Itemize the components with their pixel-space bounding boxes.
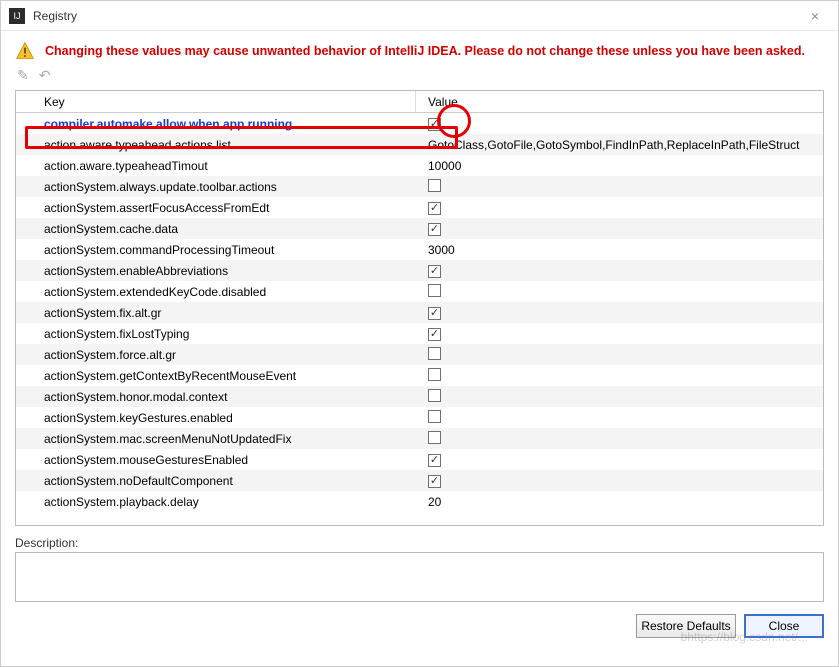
checkbox[interactable] [428, 347, 441, 360]
table-row[interactable]: actionSystem.fixLostTyping [16, 323, 823, 344]
row-key: actionSystem.fix.alt.gr [16, 306, 416, 320]
row-value[interactable] [416, 326, 823, 341]
row-value[interactable] [416, 305, 823, 320]
checkbox[interactable] [428, 223, 441, 236]
checkbox[interactable] [428, 284, 441, 297]
table-row[interactable]: compiler.automake.allow.when.app.running [16, 113, 823, 134]
row-value[interactable] [416, 263, 823, 278]
checkbox[interactable] [428, 431, 441, 444]
row-key: actionSystem.cache.data [16, 222, 416, 236]
row-key: actionSystem.getContextByRecentMouseEven… [16, 369, 416, 383]
row-key: actionSystem.extendedKeyCode.disabled [16, 285, 416, 299]
row-value[interactable]: 10000 [416, 159, 823, 173]
checkbox[interactable] [428, 179, 441, 192]
row-value[interactable] [416, 347, 823, 363]
description-label: Description: [15, 536, 824, 550]
row-value[interactable]: GotoClass,GotoFile,GotoSymbol,FindInPath… [416, 138, 823, 152]
table-row[interactable]: actionSystem.honor.modal.context [16, 386, 823, 407]
row-value[interactable] [416, 473, 823, 488]
row-value[interactable] [416, 389, 823, 405]
restore-defaults-button[interactable]: Restore Defaults [636, 614, 736, 638]
row-value[interactable]: 20 [416, 495, 823, 509]
table-row[interactable]: actionSystem.force.alt.gr [16, 344, 823, 365]
row-key: actionSystem.fixLostTyping [16, 327, 416, 341]
table-row[interactable]: actionSystem.enableAbbreviations [16, 260, 823, 281]
row-value[interactable] [416, 200, 823, 215]
revert-icon[interactable]: ↶ [39, 67, 51, 84]
checkbox[interactable] [428, 118, 441, 131]
row-value[interactable] [416, 368, 823, 384]
header-key[interactable]: Key [16, 91, 416, 112]
description-box[interactable] [15, 552, 824, 602]
table-row[interactable]: actionSystem.playback.delay20 [16, 491, 823, 512]
warning-text: Changing these values may cause unwanted… [45, 44, 805, 58]
row-value[interactable] [416, 179, 823, 195]
row-key: actionSystem.honor.modal.context [16, 390, 416, 404]
window-title: Registry [33, 9, 800, 23]
button-row: Restore Defaults Close [1, 602, 838, 650]
row-value[interactable]: 3000 [416, 243, 823, 257]
row-value[interactable] [416, 452, 823, 467]
table-row[interactable]: actionSystem.mac.screenMenuNotUpdatedFix [16, 428, 823, 449]
row-key: actionSystem.force.alt.gr [16, 348, 416, 362]
table-row[interactable]: actionSystem.extendedKeyCode.disabled [16, 281, 823, 302]
checkbox[interactable] [428, 202, 441, 215]
warning-icon [15, 41, 35, 61]
registry-table: Key Value compiler.automake.allow.when.a… [15, 90, 824, 526]
close-icon[interactable]: × [800, 8, 830, 24]
checkbox[interactable] [428, 454, 441, 467]
table-row[interactable]: actionSystem.cache.data [16, 218, 823, 239]
table-row[interactable]: action.aware.typeahead.actions.listGotoC… [16, 134, 823, 155]
checkbox[interactable] [428, 368, 441, 381]
checkbox[interactable] [428, 265, 441, 278]
warning-bar: Changing these values may cause unwanted… [1, 31, 838, 65]
row-value[interactable] [416, 116, 823, 131]
row-key: action.aware.typeahead.actions.list [16, 138, 416, 152]
table-body: compiler.automake.allow.when.app.running… [16, 113, 823, 512]
header-value[interactable]: Value [416, 91, 823, 112]
table-row[interactable]: actionSystem.always.update.toolbar.actio… [16, 176, 823, 197]
table-row[interactable]: actionSystem.noDefaultComponent [16, 470, 823, 491]
row-key: actionSystem.noDefaultComponent [16, 474, 416, 488]
row-value[interactable] [416, 284, 823, 300]
row-value[interactable] [416, 221, 823, 236]
table-row[interactable]: actionSystem.getContextByRecentMouseEven… [16, 365, 823, 386]
row-value[interactable] [416, 431, 823, 447]
row-key: actionSystem.assertFocusAccessFromEdt [16, 201, 416, 215]
row-key: actionSystem.always.update.toolbar.actio… [16, 180, 416, 194]
checkbox[interactable] [428, 307, 441, 320]
checkbox[interactable] [428, 410, 441, 423]
table-row[interactable]: actionSystem.commandProcessingTimeout300… [16, 239, 823, 260]
tool-row: ✎ ↶ [1, 65, 838, 88]
table-row[interactable]: actionSystem.keyGestures.enabled [16, 407, 823, 428]
checkbox[interactable] [428, 475, 441, 488]
edit-icon[interactable]: ✎ [17, 67, 29, 84]
row-key: actionSystem.keyGestures.enabled [16, 411, 416, 425]
row-key: actionSystem.playback.delay [16, 495, 416, 509]
row-value[interactable] [416, 410, 823, 426]
table-row[interactable]: actionSystem.mouseGesturesEnabled [16, 449, 823, 470]
checkbox[interactable] [428, 328, 441, 341]
row-key: actionSystem.mouseGesturesEnabled [16, 453, 416, 467]
checkbox[interactable] [428, 389, 441, 402]
row-key: actionSystem.mac.screenMenuNotUpdatedFix [16, 432, 416, 446]
row-key: action.aware.typeaheadTimout [16, 159, 416, 173]
table-row[interactable]: actionSystem.assertFocusAccessFromEdt [16, 197, 823, 218]
titlebar: IJ Registry × [1, 1, 838, 31]
table-row[interactable]: actionSystem.fix.alt.gr [16, 302, 823, 323]
table-row[interactable]: action.aware.typeaheadTimout10000 [16, 155, 823, 176]
app-icon: IJ [9, 8, 25, 24]
row-key: actionSystem.commandProcessingTimeout [16, 243, 416, 257]
row-key: actionSystem.enableAbbreviations [16, 264, 416, 278]
close-button[interactable]: Close [744, 614, 824, 638]
table-header: Key Value [16, 91, 823, 113]
row-key: compiler.automake.allow.when.app.running [16, 117, 416, 131]
